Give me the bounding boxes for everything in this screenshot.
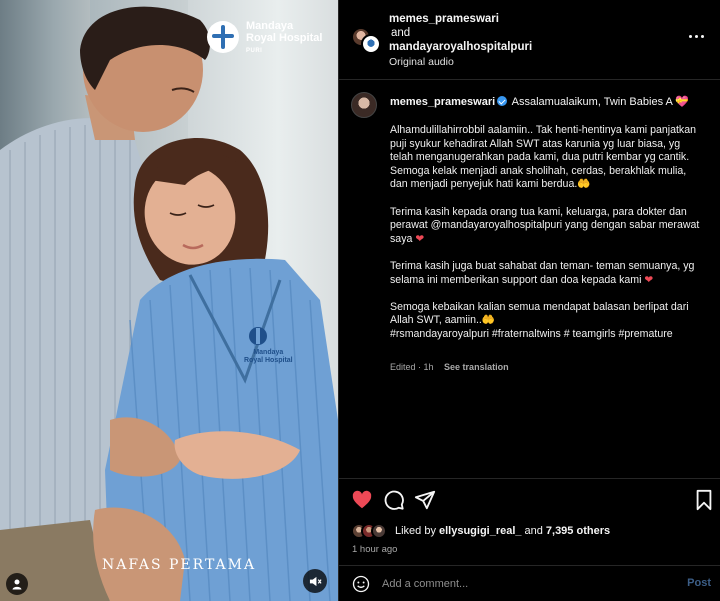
likes-summary[interactable]: Liked by ellysugigi_real_ and 7,395 othe… <box>351 523 610 539</box>
caption-header: memes_prameswari Assalamualaikum, Twin B… <box>390 95 710 109</box>
header-connector: and <box>391 27 411 39</box>
caption-section: memes_prameswari Assalamualaikum, Twin B… <box>339 80 720 478</box>
red-heart-emoji: ❤ <box>415 232 425 245</box>
caption-avatar[interactable] <box>351 92 377 118</box>
caption-headline: Assalamualaikum, Twin Babies A <box>511 96 673 108</box>
collab-avatars[interactable] <box>351 27 381 54</box>
post-header: memes_prameswari and mandayaroyalhospita… <box>339 0 720 80</box>
likes-others-count[interactable]: 7,395 others <box>546 525 610 537</box>
likes-and-label: and <box>524 525 543 537</box>
liked-by-user[interactable]: ellysugigi_real_ <box>439 525 522 537</box>
emoji-picker-icon[interactable] <box>352 575 370 593</box>
logo-line1: Mandaya <box>246 20 294 32</box>
caption-paragraph: Terima kasih juga buat sahabat dan teman… <box>390 259 695 286</box>
header-username-1[interactable]: memes_prameswari <box>389 13 499 25</box>
comment-bar: Post <box>339 565 720 601</box>
liker-avatars <box>351 523 389 539</box>
post-details-panel: memes_prameswari and mandayaroyalhospita… <box>338 0 720 601</box>
speaker-muted-icon <box>309 576 322 586</box>
gown-logo-line1: Mandaya <box>253 349 284 356</box>
hashtags[interactable]: #rsmandayaroyalpuri #fraternaltwins # te… <box>390 328 673 340</box>
collab-names: memes_prameswari and mandayaroyalhospita… <box>389 12 532 69</box>
hospital-logo: Mandaya Royal Hospital PURI <box>207 20 322 57</box>
avatar <box>371 523 387 539</box>
logo-line3: PURI <box>246 48 263 54</box>
hospital-logo-icon <box>207 21 239 53</box>
liked-by-label: Liked by <box>395 525 436 537</box>
more-options-icon[interactable] <box>689 32 707 40</box>
red-heart-emoji: ❤ <box>644 273 654 286</box>
logo-line2: Royal Hospital <box>246 32 323 44</box>
post-time: 1 hour ago <box>352 544 398 555</box>
post-comment-button[interactable]: Post <box>687 577 711 589</box>
comment-icon[interactable] <box>383 489 405 511</box>
original-audio-link[interactable]: Original audio <box>389 55 532 69</box>
heart-gift-emoji: 💝 <box>675 96 690 108</box>
action-bar: Liked by ellysugigi_real_ and 7,395 othe… <box>339 478 720 598</box>
caption-paragraph: Terima kasih kepada orang tua kami, kelu… <box>390 205 700 245</box>
verified-badge-icon <box>497 96 508 106</box>
caption-meta: Edited · 1h See translation <box>390 362 509 372</box>
edited-timestamp: Edited · 1h <box>390 362 434 372</box>
header-username-2[interactable]: mandayaroyalhospitalpuri <box>389 41 532 53</box>
caption-paragraph: Semoga kebaikan kalian semua mendapat ba… <box>390 300 689 340</box>
like-heart-icon[interactable] <box>351 489 373 511</box>
mute-toggle-button[interactable] <box>303 569 327 593</box>
caption-username[interactable]: memes_prameswari <box>390 96 495 108</box>
save-bookmark-icon[interactable] <box>693 489 715 511</box>
person-icon <box>12 579 22 590</box>
gown-logo-line2: Royal Hospital <box>244 357 293 364</box>
hands-emoji: 🤲 <box>577 178 591 191</box>
avatar-hospital[interactable] <box>361 34 381 54</box>
caption-paragraph: Alhamdulillahirrobbil aalamiin.. Tak hen… <box>390 124 697 191</box>
couple-photo <box>0 6 338 601</box>
gown-logo-text: Mandaya Royal Hospital <box>244 349 293 365</box>
tagged-users-button[interactable] <box>6 573 28 595</box>
comment-input[interactable] <box>382 576 662 592</box>
hands-emoji: 🤲 <box>481 314 496 327</box>
see-translation-link[interactable]: See translation <box>444 362 509 372</box>
video-overlay-caption: NAFAS PERTAMA <box>102 557 257 573</box>
share-icon[interactable] <box>414 489 436 511</box>
post-media[interactable]: Mandaya Royal Hospital PURI Mandaya Roya… <box>0 0 338 601</box>
caption-body: Alhamdulillahirrobbil aalamiin.. Tak hen… <box>390 124 705 342</box>
